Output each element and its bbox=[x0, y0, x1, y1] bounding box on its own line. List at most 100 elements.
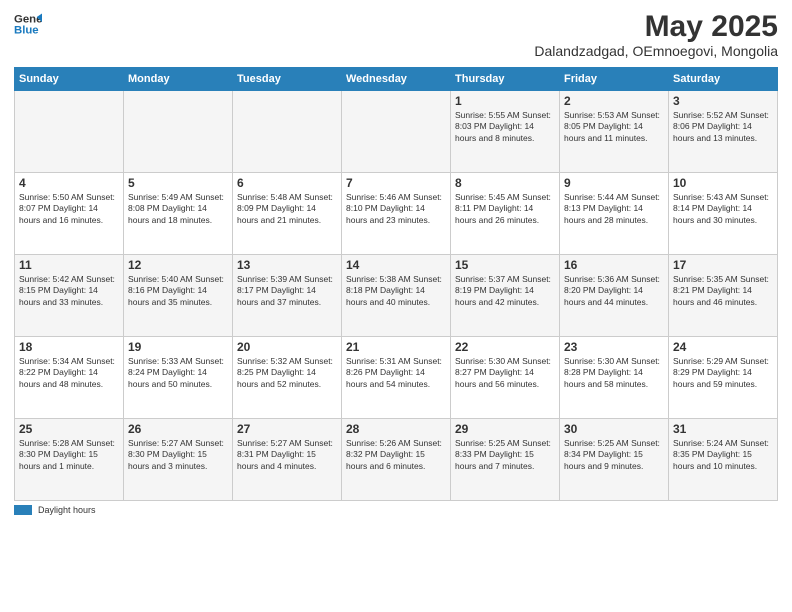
calendar-cell: 18Sunrise: 5:34 AM Sunset: 8:22 PM Dayli… bbox=[15, 337, 124, 419]
day-number: 31 bbox=[673, 422, 773, 436]
day-info: Sunrise: 5:24 AM Sunset: 8:35 PM Dayligh… bbox=[673, 438, 773, 472]
day-number: 10 bbox=[673, 176, 773, 190]
day-number: 20 bbox=[237, 340, 337, 354]
day-number: 13 bbox=[237, 258, 337, 272]
day-info: Sunrise: 5:40 AM Sunset: 8:16 PM Dayligh… bbox=[128, 274, 228, 308]
day-info: Sunrise: 5:36 AM Sunset: 8:20 PM Dayligh… bbox=[564, 274, 664, 308]
calendar-week-5: 25 Sunrise: 5:28 AM Sunset: 8:30 PM Dayli… bbox=[15, 419, 778, 501]
day-info: Sunrise: 5:53 AM Sunset: 8:05 PM Dayligh… bbox=[564, 110, 664, 144]
day-number: 27 bbox=[237, 422, 337, 436]
calendar-cell: 23 Sunrise: 5:30 AM Sunset: 8:28 PM Dayli… bbox=[560, 337, 669, 419]
day-info: Sunrise: 5:29 AM Sunset: 8:29 PM Dayligh… bbox=[673, 356, 773, 390]
title-block: May 2025 Dalandzadgad, OEmnoegovi, Mongo… bbox=[534, 10, 778, 59]
day-number: 18 bbox=[19, 340, 119, 354]
calendar-week-4: 18Sunrise: 5:34 AM Sunset: 8:22 PM Dayli… bbox=[15, 337, 778, 419]
daylight-label: Daylight hours bbox=[38, 505, 96, 515]
day-number: 21 bbox=[346, 340, 446, 354]
day-number: 23 bbox=[564, 340, 664, 354]
day-number: 15 bbox=[455, 258, 555, 272]
col-saturday: Saturday bbox=[669, 68, 778, 91]
day-number: 22 bbox=[455, 340, 555, 354]
day-number: 3 bbox=[673, 94, 773, 108]
logo-icon: General Blue bbox=[14, 10, 42, 38]
svg-text:General: General bbox=[14, 13, 42, 25]
col-monday: Monday bbox=[124, 68, 233, 91]
day-info: Sunrise: 5:32 AM Sunset: 8:25 PM Dayligh… bbox=[237, 356, 337, 390]
day-number: 8 bbox=[455, 176, 555, 190]
day-info: Sunrise: 5:44 AM Sunset: 8:13 PM Dayligh… bbox=[564, 192, 664, 226]
day-number: 11 bbox=[19, 258, 119, 272]
day-number: 7 bbox=[346, 176, 446, 190]
calendar-cell: 20 Sunrise: 5:32 AM Sunset: 8:25 PM Dayli… bbox=[233, 337, 342, 419]
calendar-cell: 13 Sunrise: 5:39 AM Sunset: 8:17 PM Dayli… bbox=[233, 255, 342, 337]
col-friday: Friday bbox=[560, 68, 669, 91]
daylight-bar-icon bbox=[14, 505, 32, 515]
calendar-cell bbox=[342, 91, 451, 173]
day-number: 1 bbox=[455, 94, 555, 108]
day-info: Sunrise: 5:26 AM Sunset: 8:32 PM Dayligh… bbox=[346, 438, 446, 472]
footer-note: Daylight hours bbox=[14, 505, 778, 515]
logo: General Blue bbox=[14, 10, 42, 38]
day-number: 4 bbox=[19, 176, 119, 190]
page: General Blue May 2025 Dalandzadgad, OEmn… bbox=[0, 0, 792, 612]
day-info: Sunrise: 5:30 AM Sunset: 8:28 PM Dayligh… bbox=[564, 356, 664, 390]
calendar-cell: 24 Sunrise: 5:29 AM Sunset: 8:29 PM Dayli… bbox=[669, 337, 778, 419]
day-info: Sunrise: 5:38 AM Sunset: 8:18 PM Dayligh… bbox=[346, 274, 446, 308]
day-info: Sunrise: 5:39 AM Sunset: 8:17 PM Dayligh… bbox=[237, 274, 337, 308]
calendar-cell: 9Sunrise: 5:44 AM Sunset: 8:13 PM Daylig… bbox=[560, 173, 669, 255]
day-info: Sunrise: 5:55 AM Sunset: 8:03 PM Dayligh… bbox=[455, 110, 555, 144]
col-sunday: Sunday bbox=[15, 68, 124, 91]
calendar-cell: 30Sunrise: 5:25 AM Sunset: 8:34 PM Dayli… bbox=[560, 419, 669, 501]
day-info: Sunrise: 5:28 AM Sunset: 8:30 PM Dayligh… bbox=[19, 438, 119, 472]
calendar-cell: 3 Sunrise: 5:52 AM Sunset: 8:06 PM Daylig… bbox=[669, 91, 778, 173]
calendar-week-3: 11 Sunrise: 5:42 AM Sunset: 8:15 PM Dayli… bbox=[15, 255, 778, 337]
svg-text:Blue: Blue bbox=[14, 25, 39, 37]
day-info: Sunrise: 5:50 AM Sunset: 8:07 PM Dayligh… bbox=[19, 192, 119, 226]
calendar-cell: 28 Sunrise: 5:26 AM Sunset: 8:32 PM Dayli… bbox=[342, 419, 451, 501]
day-info: Sunrise: 5:30 AM Sunset: 8:27 PM Dayligh… bbox=[455, 356, 555, 390]
calendar-cell: 6Sunrise: 5:48 AM Sunset: 8:09 PM Daylig… bbox=[233, 173, 342, 255]
header: General Blue May 2025 Dalandzadgad, OEmn… bbox=[14, 10, 778, 59]
day-info: Sunrise: 5:27 AM Sunset: 8:31 PM Dayligh… bbox=[237, 438, 337, 472]
calendar-cell: 15Sunrise: 5:37 AM Sunset: 8:19 PM Dayli… bbox=[451, 255, 560, 337]
day-info: Sunrise: 5:45 AM Sunset: 8:11 PM Dayligh… bbox=[455, 192, 555, 226]
calendar-cell: 16Sunrise: 5:36 AM Sunset: 8:20 PM Dayli… bbox=[560, 255, 669, 337]
day-number: 19 bbox=[128, 340, 228, 354]
calendar-cell: 29Sunrise: 5:25 AM Sunset: 8:33 PM Dayli… bbox=[451, 419, 560, 501]
calendar-cell bbox=[233, 91, 342, 173]
day-info: Sunrise: 5:52 AM Sunset: 8:06 PM Dayligh… bbox=[673, 110, 773, 144]
calendar-cell bbox=[124, 91, 233, 173]
calendar-cell: 19 Sunrise: 5:33 AM Sunset: 8:24 PM Dayli… bbox=[124, 337, 233, 419]
day-info: Sunrise: 5:46 AM Sunset: 8:10 PM Dayligh… bbox=[346, 192, 446, 226]
day-info: Sunrise: 5:31 AM Sunset: 8:26 PM Dayligh… bbox=[346, 356, 446, 390]
day-info: Sunrise: 5:33 AM Sunset: 8:24 PM Dayligh… bbox=[128, 356, 228, 390]
month-title: May 2025 bbox=[534, 10, 778, 43]
day-info: Sunrise: 5:42 AM Sunset: 8:15 PM Dayligh… bbox=[19, 274, 119, 308]
day-number: 24 bbox=[673, 340, 773, 354]
day-info: Sunrise: 5:35 AM Sunset: 8:21 PM Dayligh… bbox=[673, 274, 773, 308]
calendar-cell: 1 Sunrise: 5:55 AM Sunset: 8:03 PM Daylig… bbox=[451, 91, 560, 173]
day-info: Sunrise: 5:43 AM Sunset: 8:14 PM Dayligh… bbox=[673, 192, 773, 226]
day-number: 26 bbox=[128, 422, 228, 436]
calendar-cell: 11 Sunrise: 5:42 AM Sunset: 8:15 PM Dayli… bbox=[15, 255, 124, 337]
day-info: Sunrise: 5:25 AM Sunset: 8:34 PM Dayligh… bbox=[564, 438, 664, 472]
day-number: 17 bbox=[673, 258, 773, 272]
calendar-cell: 8 Sunrise: 5:45 AM Sunset: 8:11 PM Daylig… bbox=[451, 173, 560, 255]
day-number: 5 bbox=[128, 176, 228, 190]
calendar-cell: 10 Sunrise: 5:43 AM Sunset: 8:14 PM Dayli… bbox=[669, 173, 778, 255]
calendar-cell: 2Sunrise: 5:53 AM Sunset: 8:05 PM Daylig… bbox=[560, 91, 669, 173]
day-number: 14 bbox=[346, 258, 446, 272]
day-number: 12 bbox=[128, 258, 228, 272]
col-thursday: Thursday bbox=[451, 68, 560, 91]
day-number: 28 bbox=[346, 422, 446, 436]
calendar-cell: 27 Sunrise: 5:27 AM Sunset: 8:31 PM Dayli… bbox=[233, 419, 342, 501]
calendar-cell: 31 Sunrise: 5:24 AM Sunset: 8:35 PM Dayli… bbox=[669, 419, 778, 501]
calendar-cell: 21 Sunrise: 5:31 AM Sunset: 8:26 PM Dayli… bbox=[342, 337, 451, 419]
day-info: Sunrise: 5:48 AM Sunset: 8:09 PM Dayligh… bbox=[237, 192, 337, 226]
calendar-cell: 5Sunrise: 5:49 AM Sunset: 8:08 PM Daylig… bbox=[124, 173, 233, 255]
calendar-cell bbox=[15, 91, 124, 173]
subtitle: Dalandzadgad, OEmnoegovi, Mongolia bbox=[534, 43, 778, 59]
calendar-cell: 7 Sunrise: 5:46 AM Sunset: 8:10 PM Daylig… bbox=[342, 173, 451, 255]
day-number: 25 bbox=[19, 422, 119, 436]
col-tuesday: Tuesday bbox=[233, 68, 342, 91]
